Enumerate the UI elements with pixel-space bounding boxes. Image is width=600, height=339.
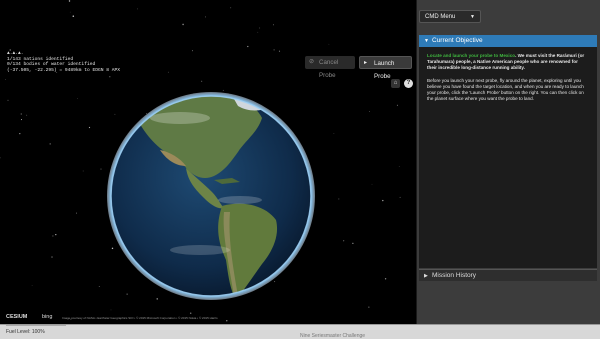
cmd-menu-button[interactable]: CMD Menu ▼ [419,10,481,23]
status-divider [6,325,66,326]
earth-globe[interactable] [0,0,416,324]
hud-line: (-37.505, -22.295) = 9489km to EDGN 8 AP… [7,67,121,73]
hud-readout: ▲.▲.▲. 1/143 nations identified 0/134 bodi… [7,51,120,73]
chevron-down-icon: ▼ [470,14,475,20]
triangle-down-icon: ▼ [424,38,429,44]
cloud-band [150,112,210,124]
globe-viewer[interactable]: ▲.▲.▲. 1/143 nations identified 0/134 bodi… [0,0,416,324]
objective-instructions: Before you launch your next probe, fly a… [427,77,584,102]
cmd-menu-label: CMD Menu [425,14,456,20]
triangle-right-icon: ▶ [424,273,428,279]
launch-probe-button[interactable]: ▸ Launch Probe [359,56,412,80]
fuel-level: Fuel Level: 100% [6,329,45,335]
objective-location: Mexico [499,53,516,58]
imagery-credits: Image courtesy of NASA • Earthstar Geogr… [62,316,218,320]
current-objective-label: Current Objective [432,37,483,44]
current-objective-header[interactable]: ▼ Current Objective [419,35,597,47]
cesium-logo[interactable]: CESIUM [6,314,27,320]
cancel-probe-label: Cancel Probe [319,59,339,79]
help-icon[interactable]: ? [404,79,413,88]
mission-history-header[interactable]: ▶ Mission History [419,269,597,281]
home-icon[interactable]: ⌂ [391,79,400,88]
status-bar: Fuel Level: 100% Nine Seriesmaster Chall… [0,324,600,339]
mission-history-label: Mission History [432,272,477,279]
objective-highlight: Locate and launch your probe to [427,53,499,58]
launch-icon: ▸ [364,60,368,66]
current-objective-content: Locate and launch your probe to Mexico. … [419,47,597,268]
cloud-band [170,245,230,255]
cancel-icon: ⊘ [309,59,315,65]
cancel-probe-button[interactable]: ⊘ Cancel Probe [305,56,355,79]
status-center-text: Nine Seriesmaster Challenge [300,333,366,339]
objective-paragraph: Locate and launch your probe to Mexico. … [427,53,589,72]
cloud-band [218,196,262,204]
bing-logo[interactable]: bing [42,314,52,320]
